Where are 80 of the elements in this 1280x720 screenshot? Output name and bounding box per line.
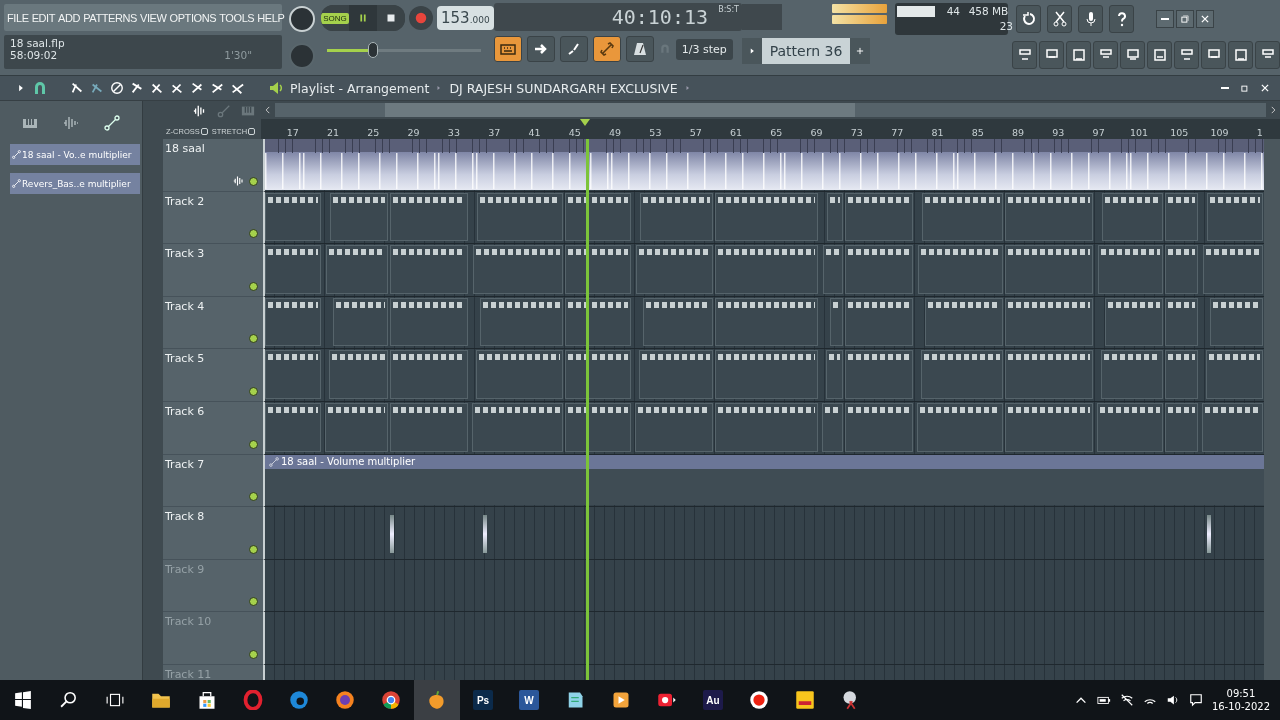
track-name: Track 11	[165, 667, 212, 681]
menu-item[interactable]: VIEW	[140, 11, 167, 24]
track-header[interactable]: Track 8	[163, 507, 263, 560]
bar-number: 69	[809, 127, 824, 138]
track-name: Track 7	[165, 457, 205, 471]
menu-item[interactable]: TOOLS	[219, 11, 255, 24]
bar-number: 89	[1011, 127, 1026, 138]
clock-date: 16-10-2022	[1211, 700, 1270, 713]
track-name: Track 2	[165, 194, 205, 208]
time-readout: 40:10:13	[611, 5, 708, 29]
clock-time: 09:51	[1226, 687, 1256, 700]
menu-item[interactable]: OPTIONS	[169, 11, 217, 24]
tempo-display[interactable]: 153.000	[437, 6, 494, 30]
song-mode-button[interactable]: SONG	[321, 5, 349, 31]
memory-usage: 458 MB	[968, 5, 1009, 17]
track-header[interactable]: Track 6	[163, 401, 263, 455]
bar-number: 25	[366, 127, 381, 138]
polyphony-count: 44	[946, 5, 960, 17]
track-name: 18 saal	[165, 142, 205, 155]
clip-label: 18 saal - Volume multiplier	[281, 456, 416, 468]
menu-item[interactable]: HELP	[257, 11, 285, 24]
app-icon: Ps	[473, 690, 493, 710]
bar-number: 97	[1091, 127, 1106, 138]
bar-number: 17	[285, 127, 300, 138]
bar-number: 105	[1169, 127, 1190, 138]
bar-number: 21	[325, 127, 341, 138]
track-name: Track 9	[165, 562, 205, 576]
playlist-title: Playlist - Arrangement	[290, 80, 430, 96]
bar-number: 53	[648, 127, 663, 138]
bar-number: 73	[849, 127, 864, 138]
clip-list-item[interactable]: Revers_Bas..e multiplier	[10, 173, 140, 194]
timeline-ruler[interactable]: 17 21 25 29 33 37 41 45 49 53 57 61 65 69 73 77 81 85 89 93 97 101 105 109 1	[260, 119, 1280, 139]
bar-number: 29	[406, 127, 421, 138]
track-name: Track 6	[165, 404, 205, 418]
track-header[interactable]: Track 4	[163, 296, 263, 350]
bar-number: 41	[527, 127, 542, 138]
bar-number: 33	[446, 127, 461, 138]
taskbar-clock[interactable]: 09:51 16-10-2022	[1211, 687, 1270, 713]
project-length: 1'30"	[224, 49, 252, 61]
track-header[interactable]: Track 7	[163, 454, 263, 508]
snap-selector[interactable]: 1/3 step	[675, 38, 733, 60]
taskbar-button[interactable]: Au	[690, 680, 736, 720]
track-name: Track 4	[165, 299, 205, 313]
bar-number: 93	[1051, 127, 1066, 138]
menu-item[interactable]: FILE	[7, 11, 29, 24]
app-icon: Au	[703, 690, 723, 710]
bar-number: 65	[769, 127, 784, 138]
bar-number: 81	[930, 127, 945, 138]
track-name: Track 3	[165, 247, 205, 261]
app-icon: W	[519, 690, 539, 710]
track-header[interactable]: Track 5	[163, 349, 263, 402]
project-file-name: 18 saal.flp	[10, 37, 65, 49]
menu-item[interactable]: PATTERNS	[83, 11, 137, 24]
menu-item[interactable]: EDIT	[31, 11, 56, 24]
bar-number: 77	[890, 127, 905, 138]
bar-number: 37	[487, 127, 502, 138]
bar-number: 101	[1128, 127, 1150, 138]
track-name: Track 10	[165, 615, 212, 629]
track-name: Track 8	[165, 510, 205, 524]
bar-number: 85	[970, 127, 985, 138]
cpu-usage: 23	[999, 20, 1013, 32]
arrangement-name[interactable]: DJ RAJESH SUNDARGARH EXCLUSIVE	[449, 80, 678, 96]
automation-clip[interactable]: 18 saal - Volume multiplier	[265, 454, 1264, 506]
bar-number: 45	[567, 127, 582, 138]
bar-number: 109	[1209, 127, 1230, 138]
clip-list-item[interactable]: 18 saal - Vo..e multiplier	[10, 144, 140, 165]
menu-item[interactable]: ADD	[58, 11, 81, 24]
time-unit: B:S:T	[718, 5, 739, 14]
taskbar-button[interactable]: Ps	[460, 680, 506, 720]
track-header[interactable]: 18 saal	[163, 139, 263, 192]
taskbar-button[interactable]: W	[506, 680, 552, 720]
track-header[interactable]: Track 3	[163, 244, 263, 297]
bar-number: 61	[728, 127, 744, 138]
bar-number: 1	[1255, 127, 1264, 138]
pattern-selector[interactable]: Pattern 36	[762, 38, 850, 64]
track-name: Track 5	[165, 352, 205, 366]
project-time: 58:09:02	[10, 49, 58, 61]
bar-number: 49	[608, 127, 623, 138]
track-header[interactable]: Track 2	[163, 191, 263, 245]
bar-number: 57	[688, 127, 703, 138]
